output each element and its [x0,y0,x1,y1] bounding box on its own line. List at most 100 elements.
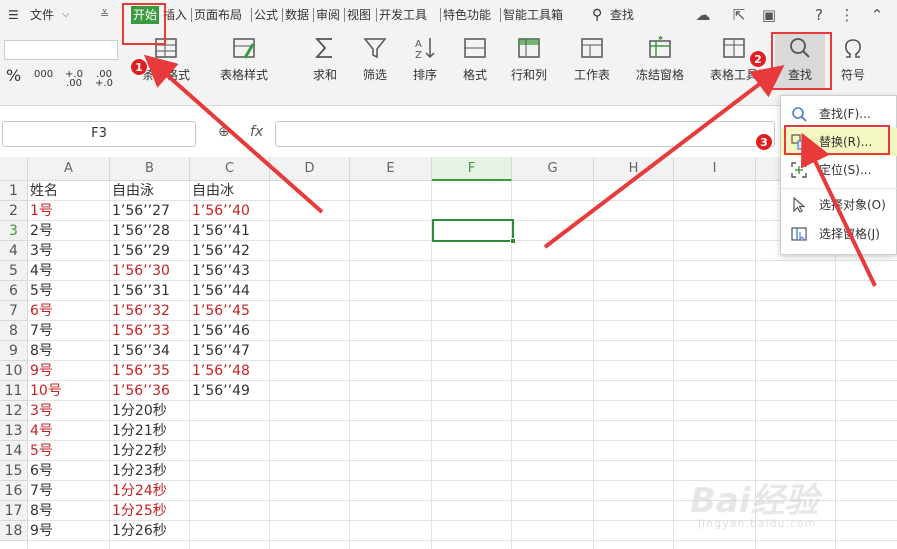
cell-A11[interactable]: 10号 [28,381,62,401]
filter-button[interactable]: 筛选 [355,36,395,83]
cell-A2[interactable]: 1号 [28,201,53,221]
cell-A17[interactable]: 8号 [28,501,53,521]
help-icon[interactable]: ? [808,4,830,26]
cell-B3[interactable]: 1’56’’28 [110,221,170,241]
row-header-5[interactable]: 5 [0,261,28,281]
hamburger-icon[interactable]: ☰ [8,6,19,24]
cell-B18[interactable]: 1分26秒 [110,521,167,541]
tab-formula[interactable]: 公式 [254,6,278,24]
cell-B7[interactable]: 1’56’’32 [110,301,170,321]
tab-page-layout[interactable]: 页面布局 [194,6,242,24]
thousands-button[interactable]: 000 [34,70,53,80]
cell-C9[interactable]: 1’56’’47 [190,341,250,361]
select-all-corner[interactable] [0,157,28,181]
row-header-3[interactable]: 3 [0,221,28,241]
column-header-I[interactable]: I [674,157,756,181]
increase-decimal-button[interactable]: +.0 .00 [64,70,84,89]
column-header-E[interactable]: E [350,157,432,181]
symbol-button[interactable]: 符号 [832,36,874,83]
cell-A1[interactable]: 姓名 [28,181,58,201]
freeze-panes-button[interactable]: ✱ 冻结窗格 [629,36,691,83]
cell-B1[interactable]: 自由泳 [110,181,154,201]
menu-item-goto[interactable]: 定位(S)... [781,156,897,184]
search-command[interactable]: 查找 [610,6,634,24]
menu-item-selection-pane[interactable]: 选择窗格(J) [781,220,897,248]
cloud-sync-icon[interactable]: ☁ [692,4,714,26]
row-header-14[interactable]: 14 [0,441,28,461]
column-header-H[interactable]: H [594,157,674,181]
cell-C7[interactable]: 1’56’’45 [190,301,250,321]
fill-handle[interactable] [510,238,516,244]
column-header-G[interactable]: G [512,157,594,181]
cell-C11[interactable]: 1’56’’49 [190,381,250,401]
format-button[interactable]: 格式 [455,36,495,83]
table-style-button[interactable]: 表格样式 [213,36,275,83]
search-icon[interactable]: ⚲ [592,6,602,24]
column-header-C[interactable]: C [190,157,270,181]
cell-B2[interactable]: 1’56’’27 [110,201,170,221]
cell-A8[interactable]: 7号 [28,321,53,341]
cell-A18[interactable]: 9号 [28,521,53,541]
more-icon[interactable]: ⋮ [836,4,858,26]
fx-icon[interactable]: fx [250,124,263,140]
cell-B4[interactable]: 1’56’’29 [110,241,170,261]
cell-B16[interactable]: 1分24秒 [110,481,167,501]
cell-C5[interactable]: 1’56’’43 [190,261,250,281]
tab-smart-toolbox[interactable]: 智能工具箱 [503,6,563,24]
row-header-8[interactable]: 8 [0,321,28,341]
cell-B6[interactable]: 1’56’’31 [110,281,170,301]
row-header-9[interactable]: 9 [0,341,28,361]
cell-B11[interactable]: 1’56’’36 [110,381,170,401]
row-header-16[interactable]: 16 [0,481,28,501]
formula-input[interactable] [275,121,775,147]
column-header-F[interactable]: F [432,157,512,181]
row-header-12[interactable]: 12 [0,401,28,421]
file-menu[interactable]: 文件 [30,6,54,24]
cell-B10[interactable]: 1’56’’35 [110,361,170,381]
zoom-search-icon[interactable]: ⊕ [218,124,230,140]
row-header-11[interactable]: 11 [0,381,28,401]
cell-B8[interactable]: 1’56’’33 [110,321,170,341]
chevron-down-icon[interactable]: ⌵ [62,6,70,24]
decrease-decimal-button[interactable]: .00 +.0 [94,70,114,89]
row-header-7[interactable]: 7 [0,301,28,321]
cell-B14[interactable]: 1分22秒 [110,441,167,461]
tab-insert[interactable]: 插入 [163,6,187,24]
percent-button[interactable]: % [6,68,21,84]
row-header-2[interactable]: 2 [0,201,28,221]
tab-data[interactable]: 数据 [285,6,309,24]
row-header-13[interactable]: 13 [0,421,28,441]
active-cell-F3[interactable] [432,219,514,242]
cell-C2[interactable]: 1’56’’40 [190,201,250,221]
cell-A6[interactable]: 5号 [28,281,53,301]
cell-B12[interactable]: 1分20秒 [110,401,167,421]
quick-access-icon[interactable]: ≚ [100,6,109,24]
sum-button[interactable]: 求和 [305,36,345,83]
cell-A13[interactable]: 4号 [28,421,53,441]
row-header-4[interactable]: 4 [0,241,28,261]
column-header-B[interactable]: B [110,157,190,181]
cell-A16[interactable]: 7号 [28,481,53,501]
cell-A9[interactable]: 8号 [28,341,53,361]
cell-C6[interactable]: 1’56’’44 [190,281,250,301]
cell-B9[interactable]: 1’56’’34 [110,341,170,361]
toolbox-icon[interactable]: ▣ [758,4,780,26]
tab-review[interactable]: 审阅 [316,6,340,24]
row-header-6[interactable]: 6 [0,281,28,301]
cell-A5[interactable]: 4号 [28,261,53,281]
tab-features[interactable]: 特色功能 [443,6,491,24]
menu-item-select-objects[interactable]: 选择对象(O) [781,191,897,219]
row-header-1[interactable]: 1 [0,181,28,201]
cell-A12[interactable]: 3号 [28,401,53,421]
cell-C3[interactable]: 1’56’’41 [190,221,250,241]
worksheet-button[interactable]: 工作表 [567,36,617,83]
cell-B13[interactable]: 1分21秒 [110,421,167,441]
cell-C10[interactable]: 1’56’’48 [190,361,250,381]
name-box[interactable]: F3 [2,121,196,147]
row-header-18[interactable]: 18 [0,521,28,541]
cell-C8[interactable]: 1’56’’46 [190,321,250,341]
share-icon[interactable]: ⇱ [728,4,750,26]
collapse-ribbon-icon[interactable]: ⌃ [866,4,888,26]
cell-A7[interactable]: 6号 [28,301,53,321]
column-header-D[interactable]: D [270,157,350,181]
